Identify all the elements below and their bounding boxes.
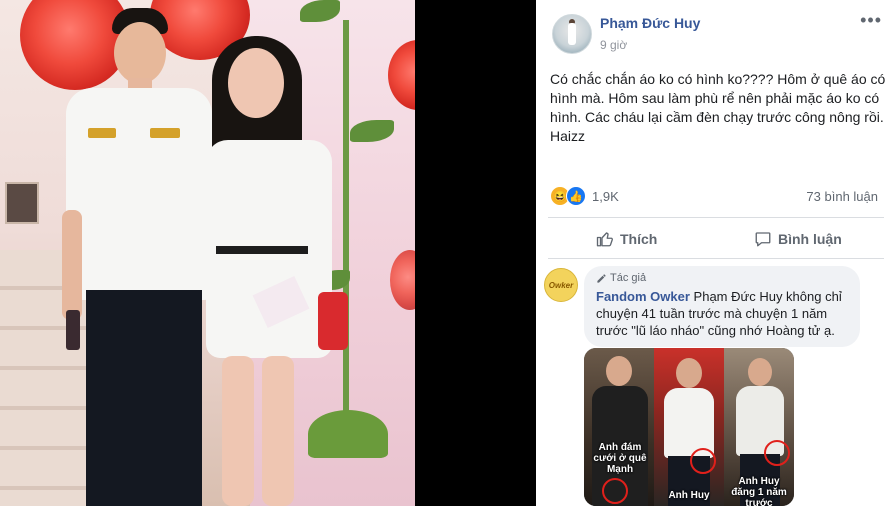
comment-image-collage[interactable]: Anh đám cưới ở quê Mạnh Anh Huy Anh Huy … xyxy=(584,348,794,506)
man-face xyxy=(114,22,166,84)
comment-icon xyxy=(755,232,771,247)
post-header: Phạm Đức Huy 9 giờ ••• xyxy=(536,0,896,64)
face xyxy=(676,358,702,388)
like-label: Thích xyxy=(620,231,658,247)
divider xyxy=(548,258,884,259)
highlight-circle xyxy=(764,440,790,466)
comment-text: Fandom Owker Phạm Đức Huy không chỉ chuy… xyxy=(596,288,848,339)
black-border xyxy=(415,0,535,506)
shirt-logo xyxy=(88,128,116,138)
commenter-name[interactable]: Fandom Owker xyxy=(596,289,690,304)
man-shirt xyxy=(66,88,212,300)
comment-bubble: Tác giả Fandom Owker Phạm Đức Huy không … xyxy=(584,266,860,347)
post-text: Có chắc chắn áo ko có hình ko???? Hôm ở … xyxy=(550,71,886,144)
paper-rose xyxy=(20,0,130,90)
woman-leg xyxy=(262,356,294,506)
belt xyxy=(216,246,308,254)
flower-stem xyxy=(343,20,349,420)
comment-button[interactable]: Bình luận xyxy=(754,226,842,252)
author-badge-label: Tác giả xyxy=(610,272,647,284)
comment-label: Bình luận xyxy=(778,231,842,247)
man-pants xyxy=(86,290,202,506)
like-button[interactable]: Thích xyxy=(596,226,657,252)
wall-frame xyxy=(5,182,39,224)
collage-photo-3: Anh Huy đăng 1 năm trước xyxy=(724,348,794,506)
shirt-logo xyxy=(150,128,180,138)
collage-photo-1: Anh đám cưới ở quê Mạnh xyxy=(584,348,654,506)
collage-caption-2: Anh Huy xyxy=(668,490,710,501)
highlight-circle xyxy=(690,448,716,474)
comment-count[interactable]: 73 bình luận xyxy=(806,189,878,204)
phone-in-hand xyxy=(66,310,80,350)
commenter-avatar[interactable]: Owker xyxy=(544,268,578,302)
author-avatar[interactable] xyxy=(552,14,592,54)
collage-photo-2: Anh Huy xyxy=(654,348,724,506)
more-options-icon[interactable]: ••• xyxy=(860,10,882,31)
author-badge: Tác giả xyxy=(596,272,848,284)
facebook-post-card: Phạm Đức Huy 9 giờ ••• Có chắc chắn áo k… xyxy=(536,0,896,506)
post-timestamp[interactable]: 9 giờ xyxy=(600,38,627,52)
post-photo[interactable] xyxy=(0,0,415,506)
post-author-name[interactable]: Phạm Đức Huy xyxy=(600,15,700,31)
man-arm xyxy=(62,210,82,320)
woman-face xyxy=(228,48,284,118)
collage-caption-1: Anh đám cưới ở quê Mạnh xyxy=(593,442,647,475)
face xyxy=(748,358,772,386)
red-handbag xyxy=(318,292,348,350)
flower-base xyxy=(308,410,388,458)
avatar-body xyxy=(568,23,576,45)
like-icon: 👍 xyxy=(566,186,586,206)
thumbs-up-icon xyxy=(596,232,613,247)
pencil-icon xyxy=(597,273,606,283)
reaction-count: 1,9K xyxy=(592,188,619,204)
highlight-circle xyxy=(602,478,628,504)
woman-leg xyxy=(222,356,254,506)
divider xyxy=(548,217,884,218)
reaction-summary[interactable]: 😆 👍 1,9K xyxy=(550,186,619,206)
face xyxy=(606,356,632,386)
collage-caption-3: Anh Huy đăng 1 năm trước xyxy=(731,476,787,506)
